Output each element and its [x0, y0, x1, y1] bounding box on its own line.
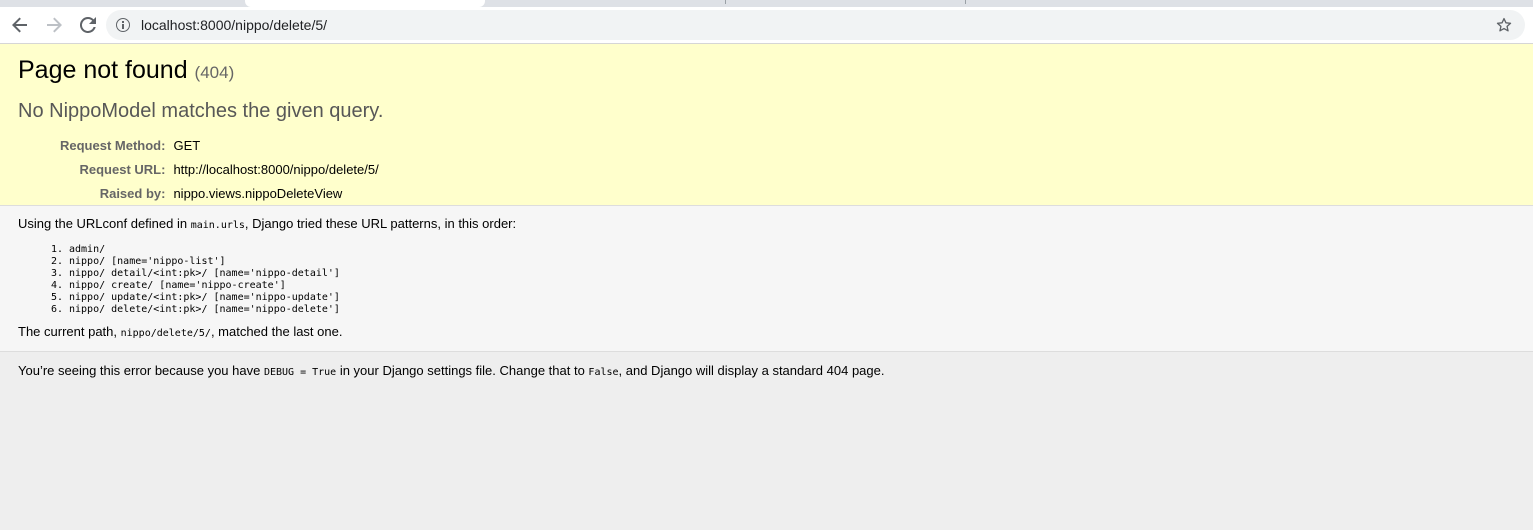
current-path-text: , matched the last one.: [210, 324, 343, 339]
error-message: No NippoModel matches the given query.: [18, 100, 384, 122]
url-pattern: nippo/ delete/<int:pk>/ [name='nippo-del…: [69, 304, 1515, 316]
urlconf-name: main.urls: [190, 220, 245, 231]
reload-icon: [80, 17, 96, 33]
meta-row: Request URL: http://localhost:8000/nippo…: [28, 160, 379, 184]
status-code: (404): [194, 63, 235, 82]
current-path-note: The current path, nippo/delete/5/, match…: [18, 324, 1515, 339]
tab-separator: [725, 0, 726, 4]
intro-text: Using the URLconf defined in: [18, 216, 191, 231]
explanation-text: in your Django settings file. Change tha…: [336, 363, 589, 378]
url-patterns-info: Using the URLconf defined in main.urls, …: [0, 206, 1533, 352]
meta-label: Raised by:: [99, 186, 166, 201]
reload-button[interactable]: [72, 9, 104, 41]
url-pattern: admin/: [69, 244, 1515, 256]
explanation-text: You’re seeing this error because you hav…: [18, 363, 264, 378]
tab-strip: [0, 0, 1533, 7]
page-title-text: Page not found: [18, 56, 188, 84]
meta-label: Request URL:: [79, 162, 166, 177]
url-pattern: nippo/ create/ [name='nippo-create']: [69, 280, 1515, 292]
url-pattern: nippo/ [name='nippo-list']: [69, 256, 1515, 268]
address-bar[interactable]: localhost:8000/nippo/delete/5/: [106, 10, 1525, 40]
star-icon[interactable]: [1495, 16, 1513, 34]
meta-value: http://localhost:8000/nippo/delete/5/: [173, 162, 379, 177]
page-title: Page not found (404): [18, 56, 1515, 85]
meta-value: GET: [173, 138, 201, 153]
info-icon[interactable]: [116, 18, 130, 32]
explanation-text: , and Django will display a standard 404…: [618, 363, 885, 378]
url-pattern: nippo/ update/<int:pk>/ [name='nippo-upd…: [69, 292, 1515, 304]
current-path: nippo/delete/5/: [120, 328, 211, 339]
arrow-right-icon: [47, 17, 62, 33]
active-tab[interactable]: [245, 0, 485, 7]
forward-button[interactable]: [38, 9, 70, 41]
intro-text: , Django tried these URL patterns, in th…: [244, 216, 517, 231]
debug-false-value: False: [588, 367, 619, 378]
url-text[interactable]: localhost:8000/nippo/delete/5/: [141, 17, 327, 33]
meta-value: nippo.views.nippoDeleteView: [173, 186, 343, 201]
back-button[interactable]: [4, 9, 36, 41]
meta-label: Request Method:: [60, 138, 166, 153]
meta-row: Raised by: nippo.views.nippoDeleteView: [28, 184, 379, 208]
request-meta-table: Request Method: GET Request URL: http://…: [28, 136, 379, 208]
url-pattern-list: admin/ nippo/ [name='nippo-list'] nippo/…: [18, 244, 1515, 316]
arrow-left-icon: [12, 17, 27, 33]
browser-toolbar: localhost:8000/nippo/delete/5/: [0, 7, 1533, 44]
debug-setting: DEBUG = True: [263, 367, 337, 378]
tab-separator: [965, 0, 966, 4]
url-pattern: nippo/ detail/<int:pk>/ [name='nippo-det…: [69, 268, 1515, 280]
current-path-text: The current path,: [18, 324, 121, 339]
urlconf-intro: Using the URLconf defined in main.urls, …: [18, 216, 1515, 231]
meta-row: Request Method: GET: [28, 136, 379, 160]
debug-explanation: You’re seeing this error because you hav…: [0, 352, 1533, 389]
error-summary: Page not found (404) No NippoModel match…: [0, 44, 1533, 206]
